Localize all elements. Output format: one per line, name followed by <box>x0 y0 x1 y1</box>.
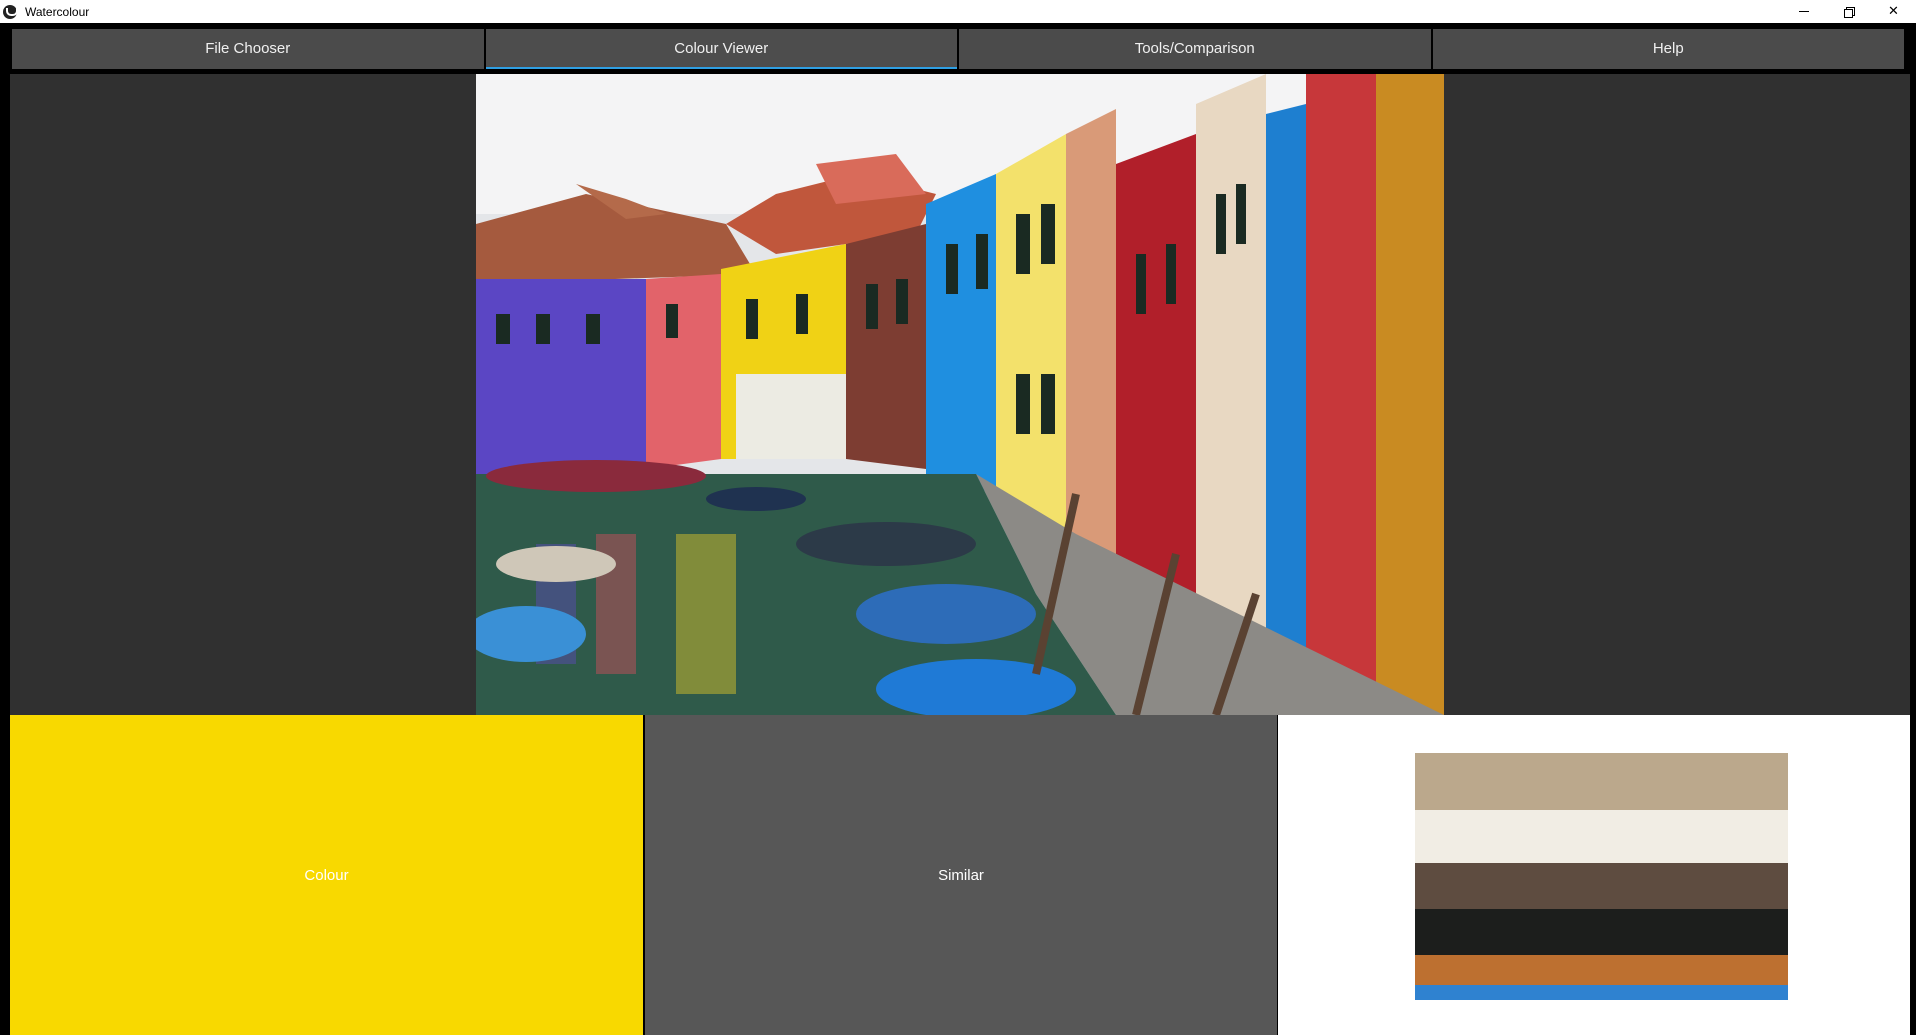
window-controls: ✕ <box>1781 0 1916 23</box>
tab-bar: File Chooser Colour Viewer Tools/Compari… <box>0 23 1916 72</box>
colour-button-label: Colour <box>304 866 349 884</box>
minimize-icon <box>1798 11 1809 12</box>
palette-swatch[interactable] <box>1415 955 1788 986</box>
restore-icon <box>1843 6 1855 18</box>
palette-swatch[interactable] <box>1415 909 1788 956</box>
app-logo-icon <box>3 4 18 19</box>
window-titlebar: Watercolour ✕ <box>0 0 1916 23</box>
similar-button-label: Similar <box>938 866 984 884</box>
colour-palette <box>1415 753 1788 1000</box>
palette-swatch[interactable] <box>1415 863 1788 910</box>
colour-palette-panel <box>1278 715 1910 1035</box>
minimize-button[interactable] <box>1781 0 1826 23</box>
close-icon: ✕ <box>1888 4 1899 19</box>
tab-help[interactable]: Help <box>1432 29 1904 69</box>
close-button[interactable]: ✕ <box>1871 0 1916 23</box>
loaded-photo[interactable] <box>476 74 1444 715</box>
tab-tools-comparison[interactable]: Tools/Comparison <box>959 29 1431 69</box>
bottom-row: Colour Similar <box>10 715 1910 1035</box>
tab-colour-viewer[interactable]: Colour Viewer <box>485 29 957 69</box>
palette-swatch[interactable] <box>1415 810 1788 864</box>
similar-button[interactable]: Similar <box>645 715 1277 1035</box>
window-title: Watercolour <box>25 4 90 19</box>
canal-photo-illustration <box>476 74 1444 715</box>
palette-swatch[interactable] <box>1415 985 1788 1000</box>
image-viewer-panel <box>10 74 1910 715</box>
palette-swatch[interactable] <box>1415 753 1788 811</box>
colour-button[interactable]: Colour <box>10 715 643 1035</box>
restore-button[interactable] <box>1826 0 1871 23</box>
tab-file-chooser[interactable]: File Chooser <box>12 29 484 69</box>
